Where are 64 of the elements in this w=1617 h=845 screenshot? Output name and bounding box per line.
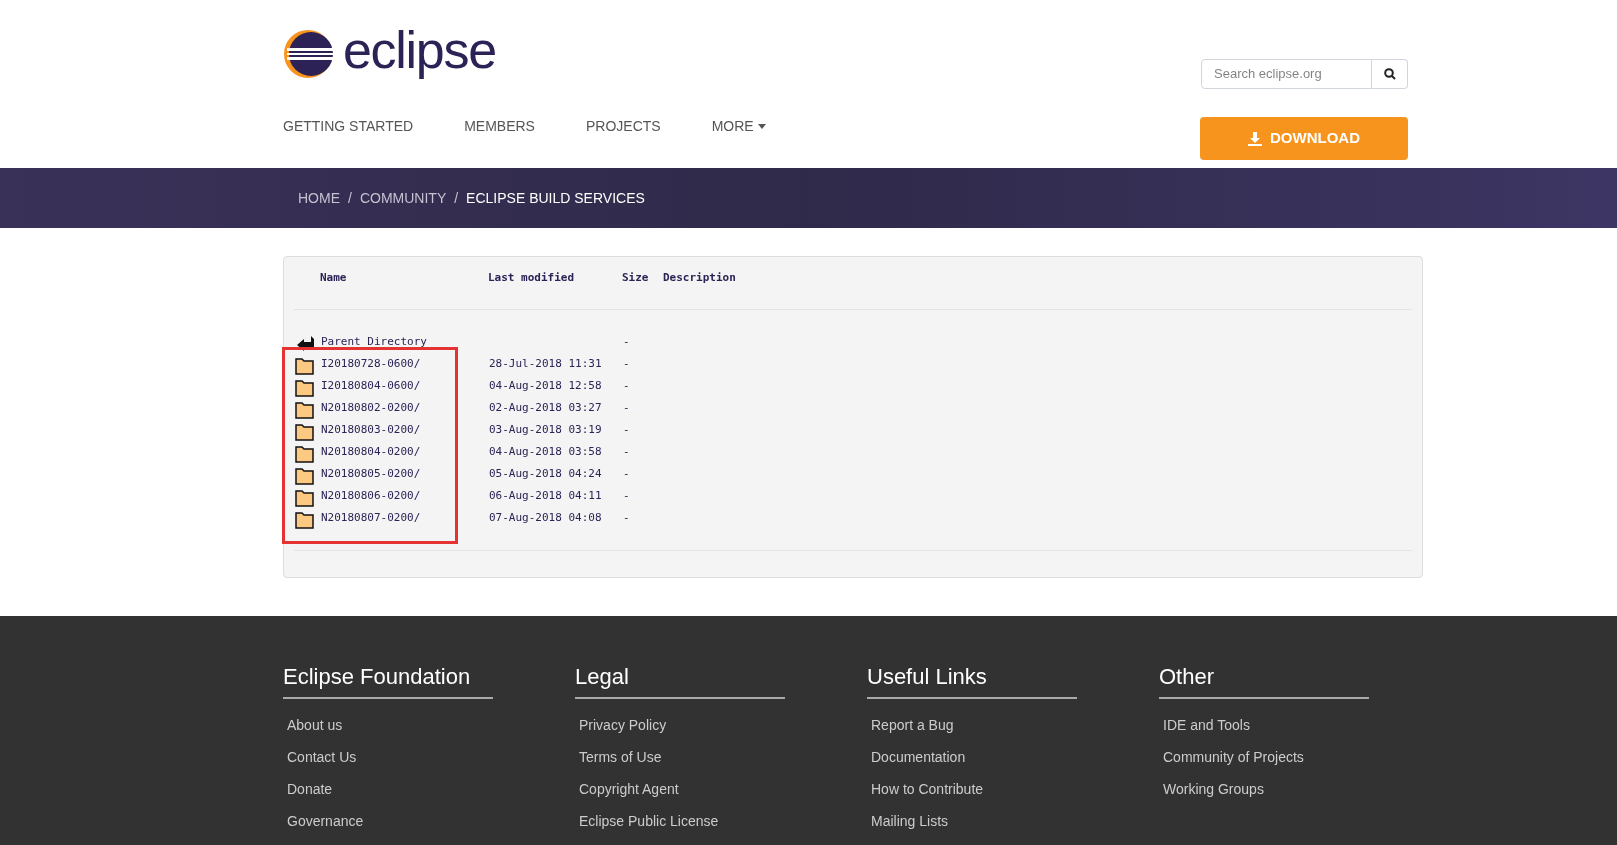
footer-heading: Useful Links <box>867 660 1077 699</box>
footer-link[interactable]: Governance <box>287 811 364 832</box>
size-cell: - <box>623 400 630 417</box>
file-link[interactable]: N20180804-0200/ <box>321 445 421 459</box>
breadcrumb-link[interactable]: COMMUNITY <box>359 187 447 209</box>
file-link[interactable]: I20180804-0600/ <box>321 379 421 393</box>
file-link[interactable]: N20180802-0200/ <box>321 401 421 415</box>
breadcrumb-link[interactable]: HOME <box>298 187 340 209</box>
footer-link[interactable]: Report a Bug <box>871 715 954 736</box>
date-cell-text: 07-Aug-2018 04:08 <box>489 510 603 527</box>
breadcrumb-current[interactable]: ECLIPSE BUILD SERVICES <box>466 187 645 209</box>
size-cell: - <box>623 444 630 461</box>
breadcrumb-separator: / <box>454 188 459 208</box>
footer-heading: Legal <box>575 660 785 699</box>
search-field[interactable]: Search eclipse.org <box>1201 59 1372 89</box>
footer-link[interactable]: IDE and Tools <box>1163 715 1250 736</box>
footer-link[interactable]: Copyright Agent <box>579 779 679 800</box>
column-header[interactable]: Last modified <box>488 270 622 287</box>
footer-link[interactable]: About us <box>287 715 343 736</box>
footer-link[interactable]: Working Groups <box>1163 779 1264 800</box>
file-link[interactable]: N20180803-0200/ <box>321 423 421 437</box>
date-cell-text: 06-Aug-2018 04:11 <box>489 488 603 505</box>
footer-link[interactable]: Privacy Policy <box>579 715 667 736</box>
eclipse-logo-icon <box>283 30 335 78</box>
footer-link[interactable]: Donate <box>287 779 333 800</box>
size-cell: - <box>623 422 630 439</box>
footer-link[interactable]: Contact Us <box>287 747 357 768</box>
footer-heading: Other <box>1159 660 1369 699</box>
size-cell: - <box>623 356 630 373</box>
caret-icon <box>757 124 766 129</box>
download-icon <box>1248 131 1262 146</box>
size-cell: - <box>623 334 630 351</box>
date-cell-text: 28-Jul-2018 11:31 <box>489 356 603 373</box>
size-cell: - <box>623 510 630 527</box>
date-cell-text: 03-Aug-2018 03:19 <box>489 422 603 439</box>
file-link[interactable]: I20180728-0600/ <box>321 357 421 371</box>
nav-link[interactable]: MORE <box>711 116 766 137</box>
footer-link[interactable]: Community of Projects <box>1163 747 1304 768</box>
date-cell-text: 04-Aug-2018 03:58 <box>489 444 603 461</box>
date-cell-text: 02-Aug-2018 03:27 <box>489 400 603 417</box>
date-cell-text: 05-Aug-2018 04:24 <box>489 466 603 483</box>
footer-link[interactable]: Mailing Lists <box>871 811 949 832</box>
size-cell: - <box>623 378 630 395</box>
column-header[interactable]: Size <box>622 270 663 287</box>
nav-link[interactable]: PROJECTS <box>585 116 661 137</box>
size-cell: - <box>623 488 630 505</box>
date-cell-text: 04-Aug-2018 12:58 <box>489 378 603 395</box>
footer-heading: Eclipse Foundation <box>283 660 493 699</box>
search-button[interactable] <box>1372 59 1408 89</box>
nav-link[interactable]: GETTING STARTED <box>283 116 414 137</box>
search-icon <box>1383 68 1396 80</box>
file-link[interactable]: N20180806-0200/ <box>321 489 421 503</box>
file-link[interactable]: N20180805-0200/ <box>321 467 421 481</box>
file-link[interactable]: Parent Directory <box>321 335 427 349</box>
footer-link[interactable]: Eclipse Public License <box>579 811 719 832</box>
nav-link[interactable]: MEMBERS <box>464 116 535 137</box>
column-header[interactable]: Name <box>320 270 488 287</box>
size-cell: - <box>623 466 630 483</box>
footer-link[interactable]: Documentation <box>871 747 966 768</box>
footer-link[interactable]: Terms of Use <box>579 747 662 768</box>
footer-link[interactable]: How to Contribute <box>871 779 984 800</box>
breadcrumb-separator: / <box>348 188 352 208</box>
file-link[interactable]: N20180807-0200/ <box>321 511 421 525</box>
column-header[interactable]: Description <box>663 270 736 287</box>
